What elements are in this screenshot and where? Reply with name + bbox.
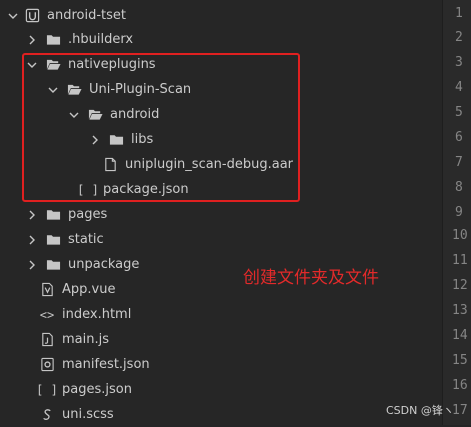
tree-item-manifest-json[interactable]: manifest.json — [0, 352, 442, 377]
tree-item-label: uni.scss — [62, 407, 114, 422]
tree-item-label: main.js — [62, 332, 109, 347]
line-number: 5 — [455, 105, 463, 120]
tree-item-label: unpackage — [68, 257, 140, 272]
line-number: 15 — [452, 353, 468, 368]
folder-icon — [45, 207, 61, 223]
project-name: android-tset — [47, 8, 126, 23]
line-number: 7 — [455, 155, 463, 170]
line-number: 12 — [452, 278, 468, 293]
tree-item-pages-json[interactable]: [ ] pages.json — [0, 377, 442, 402]
line-number: 13 — [452, 303, 468, 318]
tree-item-index-html[interactable]: <> index.html — [0, 302, 442, 327]
tree-item-pages[interactable]: pages — [0, 202, 442, 227]
tree-item-label: index.html — [62, 307, 132, 322]
line-number: 1 — [455, 6, 463, 21]
tree-item-uni-scss[interactable]: uni.scss — [0, 402, 442, 427]
folder-icon — [45, 257, 61, 273]
line-number: 17 — [452, 403, 468, 418]
tree-item-label: .hbuilderx — [68, 32, 134, 47]
watermark: CSDN @锋ヽ — [386, 404, 454, 417]
line-number: 9 — [455, 205, 463, 220]
tree-item-main-js[interactable]: main.js — [0, 327, 442, 352]
tree-item-project-root[interactable]: android-tset — [0, 3, 442, 28]
tree-item-label: App.vue — [62, 282, 116, 297]
scss-file-icon — [39, 407, 55, 423]
js-file-icon — [39, 332, 55, 348]
editor-line-gutter: 1 2 3 4 5 6 7 8 9 10 11 12 13 14 15 16 1… — [442, 0, 471, 425]
tree-item-label: pages — [68, 207, 108, 222]
json-brackets-icon: [ ] — [36, 382, 58, 397]
chevron-right-icon[interactable] — [25, 233, 39, 247]
tree-item-label: pages.json — [62, 382, 132, 397]
project-icon — [24, 8, 40, 24]
tree-item-hbuilderx[interactable]: .hbuilderx — [0, 27, 442, 52]
manifest-gear-icon — [39, 357, 55, 373]
tree-item-static[interactable]: static — [0, 227, 442, 252]
line-number: 3 — [455, 55, 463, 70]
line-number: 16 — [452, 378, 468, 393]
line-number: 10 — [452, 228, 468, 243]
annotation-text: 创建文件夹及文件 — [243, 268, 379, 288]
tree-item-label: manifest.json — [62, 357, 150, 372]
line-number: 14 — [452, 328, 468, 343]
vue-file-icon — [39, 282, 55, 298]
line-number: 6 — [455, 130, 463, 145]
line-number: 4 — [455, 80, 463, 95]
folder-icon — [45, 32, 61, 48]
line-number: 11 — [452, 253, 468, 268]
line-number: 8 — [455, 180, 463, 195]
chevron-right-icon[interactable] — [25, 258, 39, 272]
folder-icon — [45, 232, 61, 248]
chevron-right-icon[interactable] — [25, 208, 39, 222]
highlight-box — [22, 53, 300, 202]
line-number: 2 — [455, 30, 463, 45]
html-brackets-icon: <> — [39, 307, 55, 322]
chevron-down-icon[interactable] — [6, 9, 20, 23]
chevron-right-icon[interactable] — [25, 33, 39, 47]
tree-item-label: static — [68, 232, 104, 247]
